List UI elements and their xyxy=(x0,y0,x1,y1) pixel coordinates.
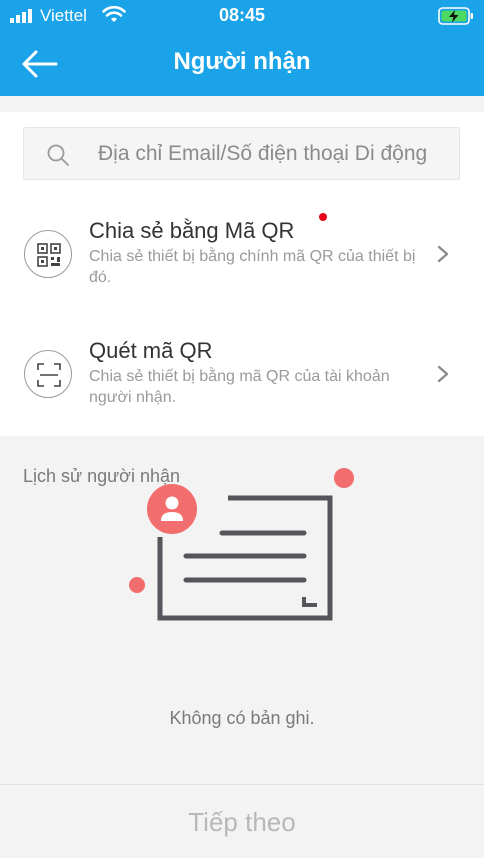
status-bar: Viettel 08:45 xyxy=(0,0,484,32)
chevron-right-icon xyxy=(437,365,449,383)
header-bar: Viettel 08:45 Người nhận xyxy=(0,0,484,96)
option-title: Quét mã QR xyxy=(89,338,213,363)
footer-bar: Tiếp theo xyxy=(0,784,484,858)
share-by-qr-option[interactable]: Chia sẻ bằng Mã QR Chia sẻ thiết bị bằng… xyxy=(0,210,484,300)
search-input[interactable] xyxy=(98,128,458,179)
search-box[interactable] xyxy=(23,127,460,180)
option-title: Chia sẻ bằng Mã QR xyxy=(89,218,295,243)
next-button[interactable]: Tiếp theo xyxy=(0,785,484,858)
notification-dot xyxy=(319,213,327,221)
empty-contact-card-icon xyxy=(129,468,354,621)
option-description: Chia sẻ thiết bị bằng chính mã QR của th… xyxy=(89,248,416,286)
option-description: Chia sẻ thiết bị bằng mã QR của tài khoả… xyxy=(89,368,390,406)
scan-frame-icon xyxy=(24,350,72,398)
qr-code-icon xyxy=(24,230,72,278)
recipient-panel: Chia sẻ bằng Mã QR Chia sẻ thiết bị bằng… xyxy=(0,112,484,436)
page-title: Người nhận xyxy=(173,48,311,75)
scan-qr-option[interactable]: Quét mã QR Chia sẻ thiết bị bằng mã QR c… xyxy=(0,330,484,420)
search-icon xyxy=(47,144,69,166)
status-time: 08:45 xyxy=(218,5,266,25)
empty-state-text: Không có bản ghi. xyxy=(169,708,315,728)
chevron-right-icon xyxy=(437,245,449,263)
battery-charging-icon xyxy=(438,7,473,25)
